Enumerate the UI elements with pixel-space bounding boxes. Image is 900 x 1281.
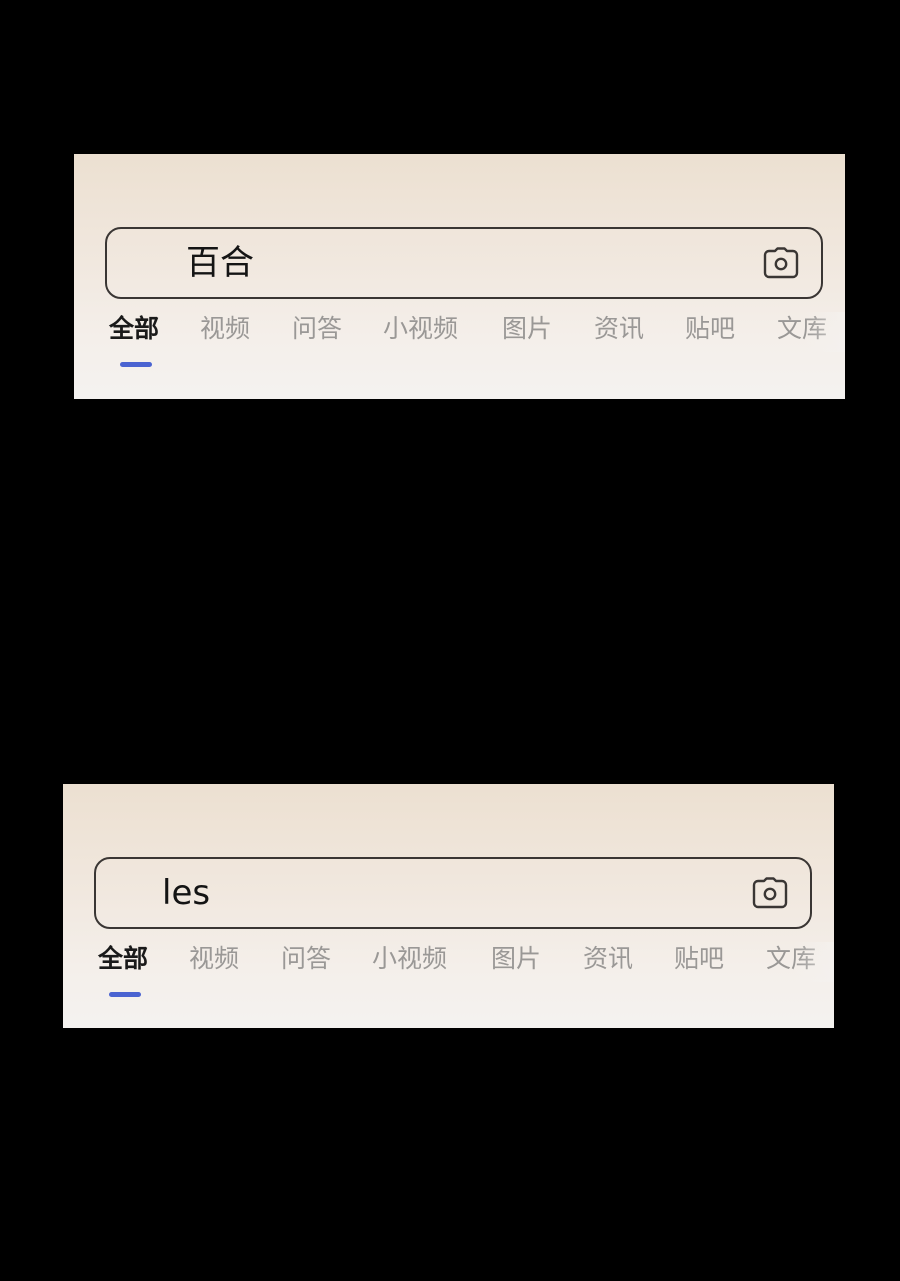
tab-video[interactable]: 视频 <box>200 312 250 346</box>
tab-all[interactable]: 全部 <box>98 942 148 976</box>
tab-tieba[interactable]: 贴吧 <box>674 942 724 976</box>
tab-wenku[interactable]: 文库 <box>766 942 816 976</box>
active-tab-indicator <box>109 992 141 997</box>
search-panel-1: 百合 全部 视频 问答 小视频 图片 资讯 贴吧 文库 <box>74 154 845 399</box>
search-panel-2: les 全部 视频 问答 小视频 图片 资讯 贴吧 文库 <box>63 784 834 1028</box>
tab-bar: 全部 视频 问答 小视频 图片 资讯 贴吧 文库 <box>74 312 845 372</box>
search-input[interactable]: 百合 <box>105 227 823 299</box>
tab-news[interactable]: 资讯 <box>583 942 633 976</box>
tab-qa[interactable]: 问答 <box>292 312 342 346</box>
tab-qa[interactable]: 问答 <box>281 942 331 976</box>
search-query-text[interactable]: les <box>162 859 210 927</box>
active-tab-indicator <box>120 362 152 367</box>
tab-images[interactable]: 图片 <box>502 312 552 346</box>
tab-tieba[interactable]: 贴吧 <box>685 312 735 346</box>
camera-icon[interactable] <box>752 877 788 909</box>
tab-bar: 全部 视频 问答 小视频 图片 资讯 贴吧 文库 <box>63 942 834 1002</box>
search-query-text[interactable]: 百合 <box>186 229 254 297</box>
tab-news[interactable]: 资讯 <box>594 312 644 346</box>
tab-short-video[interactable]: 小视频 <box>372 942 447 976</box>
tab-images[interactable]: 图片 <box>491 942 541 976</box>
tab-all[interactable]: 全部 <box>109 312 159 346</box>
camera-icon[interactable] <box>763 247 799 279</box>
tab-wenku[interactable]: 文库 <box>777 312 827 346</box>
tab-video[interactable]: 视频 <box>189 942 239 976</box>
search-input[interactable]: les <box>94 857 812 929</box>
tab-short-video[interactable]: 小视频 <box>383 312 458 346</box>
